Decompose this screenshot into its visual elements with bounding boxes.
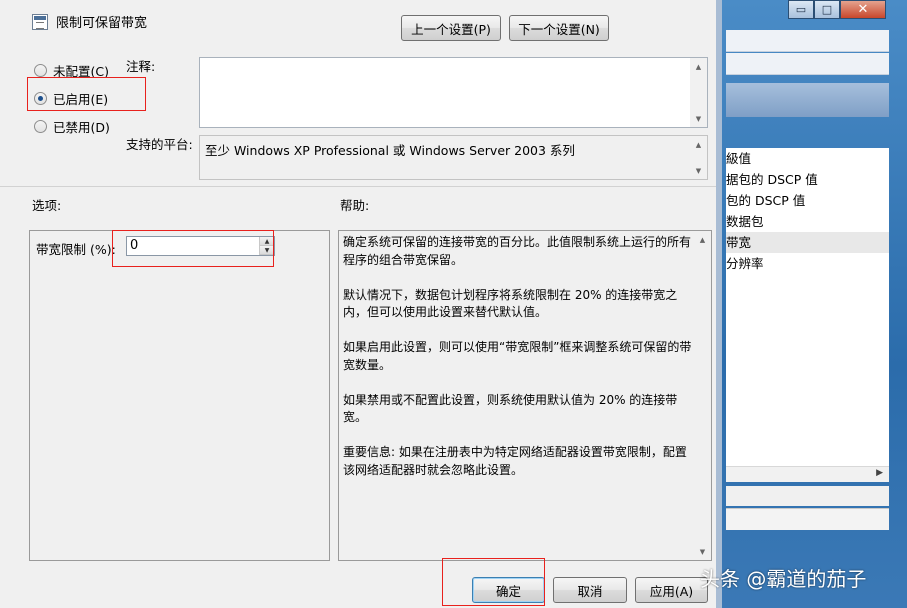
list-item-selected[interactable]: 带宽 (726, 232, 889, 253)
comment-textarea[interactable]: ▲ ▼ (199, 57, 708, 128)
scroll-down-icon[interactable]: ▼ (690, 162, 707, 179)
help-paragraph: 默认情况下，数据包计划程序将系统限制在 20% 的连接带宽之内，但可以使用此设置… (343, 287, 678, 320)
help-paragraph: 如果禁用或不配置此设置，则系统使用默认值为 20% 的连接带宽。 (343, 392, 678, 425)
minimize-button[interactable]: ▭ (788, 0, 814, 19)
bandwidth-limit-label: 带宽限制 (%): (36, 242, 116, 257)
platform-label: 支持的平台: (126, 137, 193, 152)
scroll-up-icon[interactable]: ▲ (690, 58, 707, 75)
list-item[interactable]: 分辨率 (726, 253, 889, 274)
section-divider (0, 186, 716, 187)
comment-label: 注释: (126, 59, 156, 74)
scroll-up-icon[interactable]: ▲ (694, 231, 711, 248)
previous-setting-button[interactable]: 上一个设置(P) (401, 15, 501, 41)
help-text: 确定系统可保留的连接带宽的百分比。此值限制系统上运行的所有程序的组合带宽保留。 … (343, 234, 695, 497)
radio-button-icon[interactable] (34, 64, 47, 77)
list-item[interactable]: 数据包 (726, 211, 889, 232)
scroll-down-icon[interactable]: ▼ (694, 543, 711, 560)
toolbar (726, 30, 889, 52)
scroll-right-icon[interactable]: ▶ (876, 468, 883, 478)
help-paragraph: 如果启用此设置，则可以使用“带宽限制”框来调整系统可保留的带宽数量。 (343, 340, 692, 372)
settings-list: 級值 据包的 DSCP 值 包的 DSCP 值 数据包 带宽 分辨率 (726, 148, 889, 468)
options-panel: 带宽限制 (%): 0 ▲ ▼ (29, 230, 330, 561)
horizontal-scrollbar[interactable]: ▶ (726, 466, 889, 482)
platform-field: 至少 Windows XP Professional 或 Windows Ser… (199, 135, 708, 180)
help-paragraph: 重要信息: 如果在注册表中为特定网络适配器设置带宽限制，配置该网络适配器时就会忽… (343, 445, 687, 477)
annotation-box-bandwidth (112, 230, 274, 267)
options-label: 选项: (32, 198, 62, 213)
scroll-down-icon[interactable]: ▼ (690, 110, 707, 127)
list-item[interactable]: 据包的 DSCP 值 (726, 169, 889, 190)
comment-scrollbar[interactable]: ▲ ▼ (690, 58, 707, 127)
list-item[interactable]: 級值 (726, 148, 889, 169)
cancel-button[interactable]: 取消 (553, 577, 627, 603)
background-window: ▭ □ ✕ 級值 据包的 DSCP 值 包的 DSCP 值 数据包 带宽 分辨率… (722, 0, 907, 608)
help-label: 帮助: (340, 198, 370, 213)
close-button[interactable]: ✕ (840, 0, 886, 19)
annotation-box-enabled (27, 77, 146, 111)
radio-button-icon[interactable] (34, 120, 47, 133)
policy-setting-icon (32, 14, 48, 30)
platform-value: 至少 Windows XP Professional 或 Windows Ser… (205, 143, 575, 158)
list-item[interactable]: 包的 DSCP 值 (726, 190, 889, 211)
platform-scrollbar[interactable]: ▲ ▼ (690, 136, 707, 179)
help-scrollbar[interactable]: ▲ ▼ (694, 231, 711, 560)
next-setting-button[interactable]: 下一个设置(N) (509, 15, 609, 41)
annotation-box-ok (442, 558, 545, 606)
maximize-button[interactable]: □ (814, 0, 840, 19)
dialog-title: 限制可保留带宽 (56, 16, 148, 31)
view-tabs[interactable] (726, 508, 889, 530)
caption-buttons: ▭ □ ✕ (788, 0, 886, 20)
toolbar-secondary (726, 53, 889, 75)
scroll-up-icon[interactable]: ▲ (690, 136, 707, 153)
status-bar (726, 486, 889, 506)
help-panel: 确定系统可保留的连接带宽的百分比。此值限制系统上运行的所有程序的组合带宽保留。 … (338, 230, 712, 561)
help-paragraph: 确定系统可保留的连接带宽的百分比。此值限制系统上运行的所有程序的组合带宽保留。 (343, 235, 692, 267)
radio-label: 已禁用(D) (53, 120, 110, 135)
apply-button[interactable]: 应用(A) (635, 577, 708, 603)
watermark: 头条 @霸道的茄子 (700, 567, 867, 591)
radio-disabled[interactable]: 已禁用(D) (34, 117, 110, 136)
header-band (726, 83, 889, 117)
